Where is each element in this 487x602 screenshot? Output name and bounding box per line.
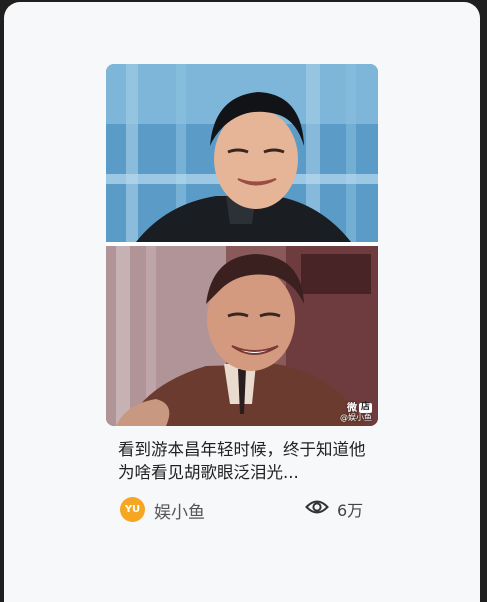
view-count: 6万 (305, 497, 363, 521)
feed-item[interactable]: 微店 @娱小鱼 看到游本昌年轻时候，终于知道他为啥看见胡歌眼泛泪光... YU … (106, 64, 378, 523)
post-title[interactable]: 看到游本昌年轻时候，终于知道他为啥看见胡歌眼泛泪光... (118, 438, 370, 484)
post-meta: YU 娱小鱼 6万 (118, 496, 368, 523)
eye-icon (305, 498, 329, 520)
views-count: 6万 (337, 501, 364, 520)
watermark-brand: 微店 (346, 402, 372, 414)
thumbnail-image (106, 64, 378, 426)
watermark-handle: @娱小鱼 (340, 413, 372, 423)
image-watermark: 微店 @娱小鱼 (340, 397, 372, 423)
author-avatar[interactable]: YU (120, 497, 145, 522)
content-card: 微店 @娱小鱼 看到游本昌年轻时候，终于知道他为啥看见胡歌眼泛泪光... YU … (4, 2, 480, 602)
author-name[interactable]: 娱小鱼 (154, 498, 205, 523)
post-thumbnail[interactable]: 微店 @娱小鱼 (106, 64, 378, 426)
